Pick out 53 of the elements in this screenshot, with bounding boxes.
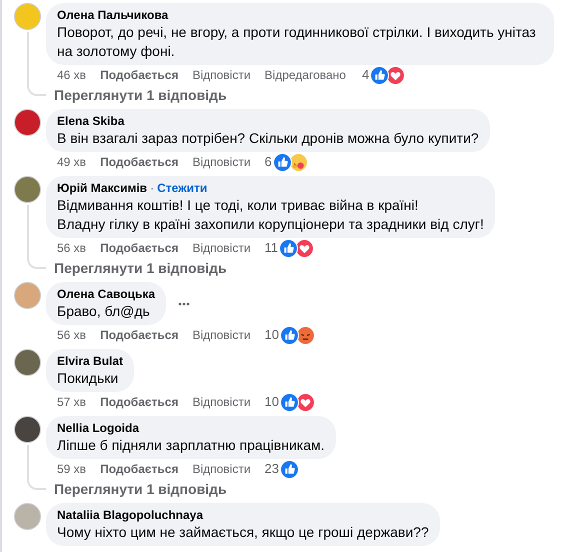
like-link[interactable]: Подобається [100, 239, 178, 257]
comment-text: В він взагалі зараз потрібен? Скільки дронів можна було купити? [57, 129, 479, 148]
edited-label: Відредаговано [264, 67, 346, 84]
reply-link[interactable]: Відповісти [192, 393, 251, 411]
view-replies-link[interactable]: Переглянути 1 відповідь [46, 85, 227, 105]
like-link[interactable]: Подобається [100, 460, 178, 478]
comment-text: Браво, бл@дь [57, 302, 151, 321]
comment-text: Чому ніхто цим не займається, якщо це гроші держави?? [57, 523, 429, 542]
avatar [14, 416, 41, 443]
reply-link[interactable]: Відповісти [192, 66, 251, 84]
reply-link[interactable]: Відповісти [192, 326, 251, 344]
author-name[interactable]: Nellia Logoida [57, 420, 140, 436]
view-replies-link[interactable]: Переглянути 1 відповідь [46, 479, 227, 499]
author-name[interactable]: Nataliia Blagopoluchnaya [57, 507, 204, 523]
comment-text: Покидьки [57, 369, 120, 388]
reaction-count[interactable]: 23 [264, 459, 280, 479]
comment-text: Ліпше б підняли зарплатню працівникам. [57, 436, 325, 455]
reaction-count[interactable]: 6 [264, 152, 272, 172]
avatar [14, 3, 41, 30]
avatar [14, 503, 41, 530]
like-link[interactable]: Подобається [100, 326, 178, 344]
avatar [14, 109, 41, 136]
reply-link[interactable]: Відповісти [192, 239, 251, 257]
timestamp[interactable]: 57 хв [57, 393, 86, 411]
avatar [14, 349, 41, 376]
reaction-count[interactable]: 10 [264, 325, 280, 345]
timestamp[interactable]: 56 хв [57, 326, 86, 344]
author-name[interactable]: Олена Пальчикова [57, 7, 168, 23]
timestamp[interactable]: 56 хв [57, 239, 86, 257]
view-replies-link[interactable]: Переглянути 1 відповідь [46, 258, 227, 278]
reply-link[interactable]: Відповісти [192, 460, 251, 478]
thread-line [27, 445, 46, 490]
more-options-icon[interactable] [178, 302, 190, 306]
separator: · [150, 180, 154, 196]
avatar [14, 282, 41, 309]
author-name[interactable]: Elvira Bulat [57, 353, 124, 369]
timestamp[interactable]: 49 хв [57, 153, 86, 171]
reaction-count[interactable]: 4 [362, 65, 370, 85]
timestamp[interactable]: 46 хв [57, 66, 86, 84]
author-name[interactable]: Юрій Максимів [57, 180, 148, 196]
reply-link[interactable]: Відповісти [192, 153, 251, 171]
author-name[interactable]: Олена Савоцька [57, 286, 156, 302]
avatar [14, 176, 41, 203]
like-link[interactable]: Подобається [100, 393, 178, 411]
timestamp[interactable]: 59 хв [57, 460, 86, 478]
comment-text: Відмивання коштів! І це тоді, коли триває війна в країні! Владну гілку в країні захопили корупціонери та зрадники від слуг! [57, 196, 484, 234]
follow-link[interactable]: Стежити [157, 180, 208, 196]
reaction-count[interactable]: 11 [264, 238, 278, 258]
like-link[interactable]: Подобається [100, 153, 178, 171]
author-name[interactable]: Elena Skiba [57, 113, 124, 129]
reaction-count[interactable]: 10 [264, 392, 280, 412]
comment-text: Поворот, до речі, не вгору, а проти годинникової стрілки. І виходить унітаз на золотому фоні. [57, 23, 537, 61]
like-link[interactable]: Подобається [100, 66, 178, 84]
